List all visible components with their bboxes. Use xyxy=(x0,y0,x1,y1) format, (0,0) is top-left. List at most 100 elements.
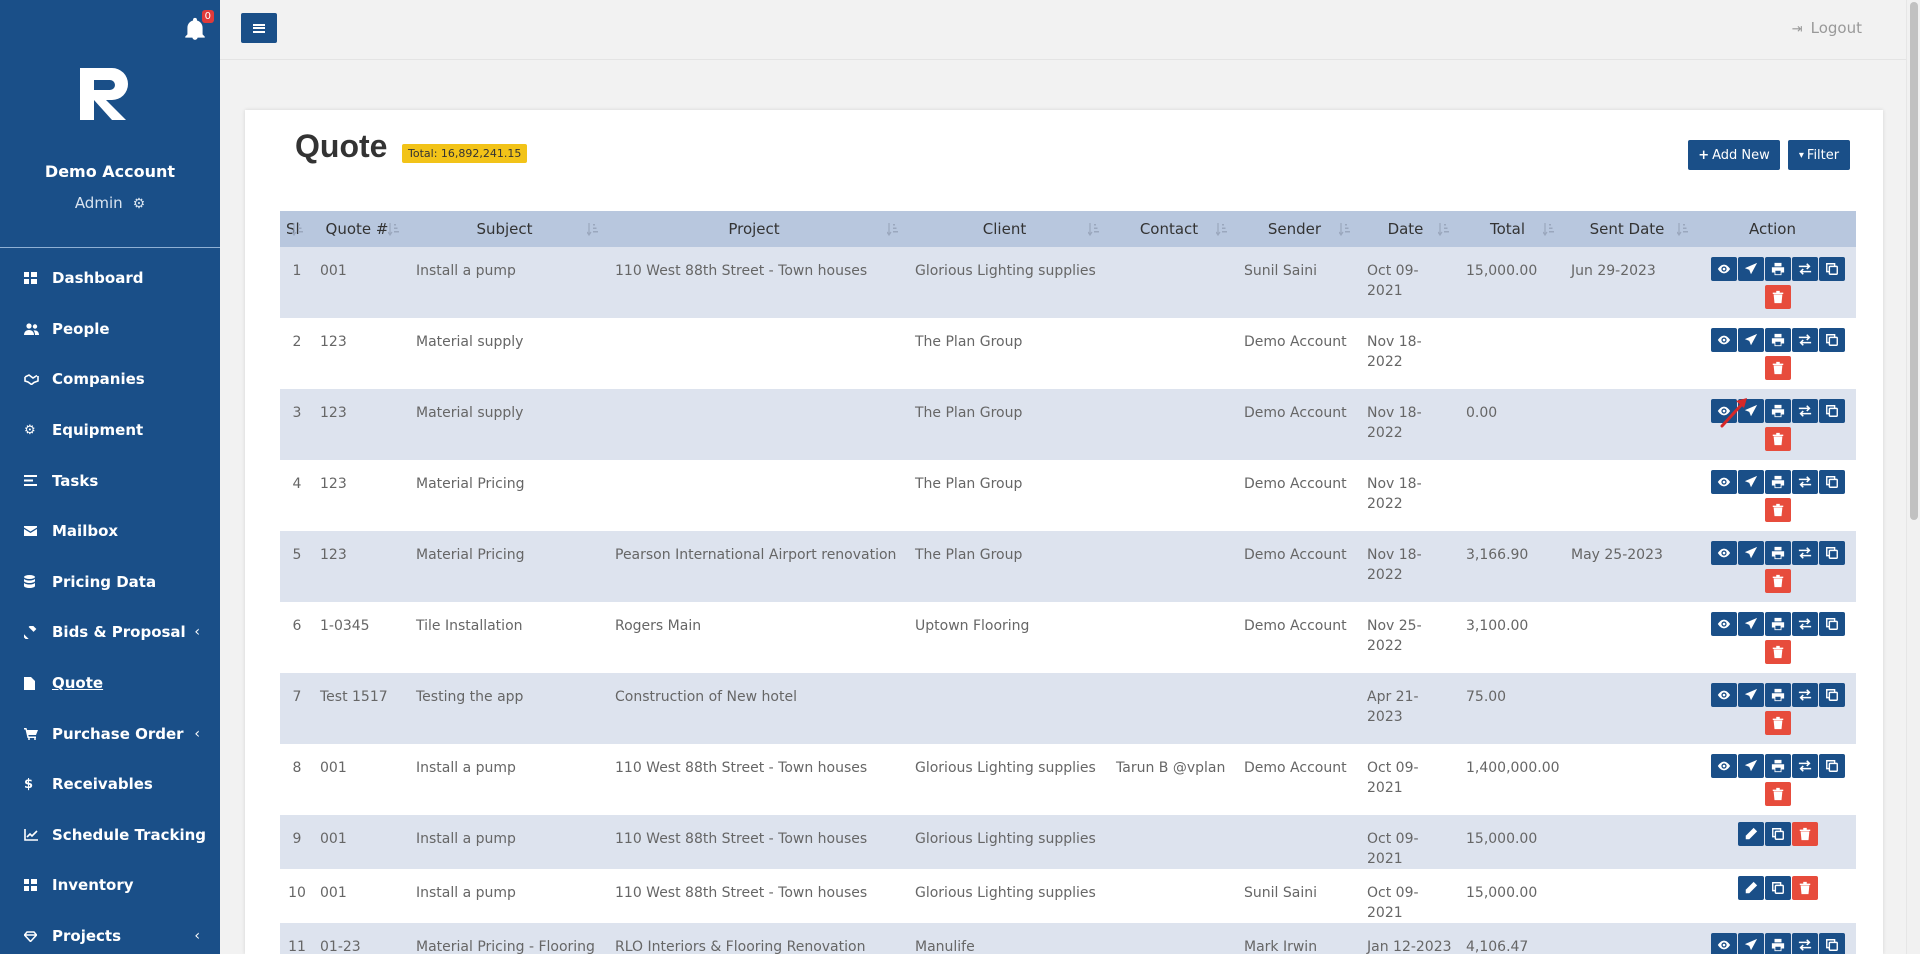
print-button[interactable] xyxy=(1764,470,1791,494)
column-header[interactable]: Total xyxy=(1460,211,1565,247)
delete-button[interactable] xyxy=(1764,498,1791,522)
send-button[interactable] xyxy=(1737,754,1764,778)
delete-button[interactable] xyxy=(1791,876,1818,900)
duplicate-button[interactable] xyxy=(1818,612,1845,636)
filter-button[interactable]: ▾ Filter xyxy=(1788,140,1850,170)
print-button[interactable] xyxy=(1764,257,1791,281)
notification-bell-icon[interactable]: 0 xyxy=(182,10,214,42)
sidebar-item-pricing-data[interactable]: Pricing Data xyxy=(0,557,220,608)
sort-icon[interactable] xyxy=(291,222,304,237)
sort-icon[interactable] xyxy=(586,222,599,237)
sort-icon[interactable] xyxy=(387,222,400,237)
column-header[interactable]: Client xyxy=(909,211,1110,247)
convert-button[interactable] xyxy=(1791,933,1818,954)
delete-button[interactable] xyxy=(1764,640,1791,664)
column-header[interactable]: Project xyxy=(609,211,909,247)
send-button[interactable] xyxy=(1737,683,1764,707)
convert-button[interactable] xyxy=(1791,399,1818,423)
view-button[interactable] xyxy=(1710,257,1737,281)
sort-icon[interactable] xyxy=(1542,222,1555,237)
sidebar-item-mailbox[interactable]: Mailbox xyxy=(0,506,220,557)
sort-icon[interactable] xyxy=(1437,222,1450,237)
sidebar-item-bids-proposal[interactable]: Bids & Proposal ‹ xyxy=(0,607,220,658)
sort-icon[interactable] xyxy=(886,222,899,237)
delete-button[interactable] xyxy=(1791,822,1818,846)
sidebar-item-tasks[interactable]: Tasks xyxy=(0,455,220,506)
delete-button[interactable] xyxy=(1764,285,1791,309)
column-header[interactable]: Subject xyxy=(410,211,609,247)
convert-button[interactable] xyxy=(1791,257,1818,281)
delete-button[interactable] xyxy=(1764,782,1791,806)
convert-button[interactable] xyxy=(1791,683,1818,707)
column-header[interactable]: Quote # xyxy=(314,211,410,247)
column-header[interactable]: Date xyxy=(1361,211,1460,247)
edit-button[interactable] xyxy=(1737,822,1764,846)
duplicate-button[interactable] xyxy=(1764,822,1791,846)
page-scrollbar[interactable] xyxy=(1906,0,1920,954)
duplicate-button[interactable] xyxy=(1764,876,1791,900)
send-button[interactable] xyxy=(1737,541,1764,565)
send-button[interactable] xyxy=(1737,328,1764,352)
duplicate-button[interactable] xyxy=(1818,328,1845,352)
sidebar-item-purchase-order[interactable]: Purchase Order ‹ xyxy=(0,708,220,759)
sort-icon[interactable] xyxy=(1087,222,1100,237)
delete-button[interactable] xyxy=(1764,569,1791,593)
view-button[interactable] xyxy=(1710,754,1737,778)
duplicate-button[interactable] xyxy=(1818,933,1845,954)
sort-icon[interactable] xyxy=(1215,222,1228,237)
duplicate-button[interactable] xyxy=(1818,683,1845,707)
column-header[interactable]: Action xyxy=(1699,211,1856,247)
scrollbar-thumb[interactable] xyxy=(1910,2,1918,520)
column-header[interactable]: Contact xyxy=(1110,211,1238,247)
sidebar-item-receivables[interactable]: $ Receivables xyxy=(0,759,220,810)
duplicate-button[interactable] xyxy=(1818,399,1845,423)
sidebar-item-projects[interactable]: Projects ‹ xyxy=(0,911,220,954)
sidebar-item-people[interactable]: People xyxy=(0,304,220,355)
delete-button[interactable] xyxy=(1764,356,1791,380)
print-button[interactable] xyxy=(1764,754,1791,778)
column-header[interactable]: Sender xyxy=(1238,211,1361,247)
column-header[interactable]: Sl xyxy=(280,211,314,247)
duplicate-button[interactable] xyxy=(1818,470,1845,494)
sidebar-item-schedule-tracking[interactable]: Schedule Tracking xyxy=(0,810,220,861)
print-button[interactable] xyxy=(1764,328,1791,352)
convert-button[interactable] xyxy=(1791,470,1818,494)
print-button[interactable] xyxy=(1764,933,1791,954)
delete-button[interactable] xyxy=(1764,711,1791,735)
send-button[interactable] xyxy=(1737,470,1764,494)
print-button[interactable] xyxy=(1764,683,1791,707)
print-button[interactable] xyxy=(1764,541,1791,565)
view-button[interactable] xyxy=(1710,933,1737,954)
convert-button[interactable] xyxy=(1791,541,1818,565)
convert-button[interactable] xyxy=(1791,754,1818,778)
sidebar-item-companies[interactable]: Companies xyxy=(0,354,220,405)
view-button[interactable] xyxy=(1710,470,1737,494)
send-button[interactable] xyxy=(1737,933,1764,954)
send-button[interactable] xyxy=(1737,257,1764,281)
sidebar-item-dashboard[interactable]: Dashboard xyxy=(0,253,220,304)
print-button[interactable] xyxy=(1764,399,1791,423)
view-button[interactable] xyxy=(1710,541,1737,565)
duplicate-button[interactable] xyxy=(1818,541,1845,565)
sidebar-item-equipment[interactable]: ⚙ Equipment xyxy=(0,405,220,456)
add-new-button[interactable]: + Add New xyxy=(1688,140,1780,170)
send-button[interactable] xyxy=(1737,612,1764,636)
view-button[interactable] xyxy=(1710,683,1737,707)
settings-gear-icon[interactable]: ⚙ xyxy=(133,196,146,212)
sidebar-item-quote[interactable]: Quote xyxy=(0,658,220,709)
view-button[interactable] xyxy=(1710,612,1737,636)
convert-button[interactable] xyxy=(1791,328,1818,352)
sort-icon[interactable] xyxy=(1338,222,1351,237)
view-button[interactable] xyxy=(1710,328,1737,352)
duplicate-button[interactable] xyxy=(1818,754,1845,778)
sort-icon[interactable] xyxy=(1676,222,1689,237)
column-header[interactable]: Sent Date xyxy=(1565,211,1699,247)
logout-link[interactable]: ⇥ Logout xyxy=(1792,19,1862,37)
sidebar-item-inventory[interactable]: Inventory xyxy=(0,860,220,911)
delete-button[interactable] xyxy=(1764,427,1791,451)
convert-button[interactable] xyxy=(1791,612,1818,636)
duplicate-button[interactable] xyxy=(1818,257,1845,281)
print-button[interactable] xyxy=(1764,612,1791,636)
menu-toggle-button[interactable] xyxy=(241,13,277,43)
edit-button[interactable] xyxy=(1737,876,1764,900)
